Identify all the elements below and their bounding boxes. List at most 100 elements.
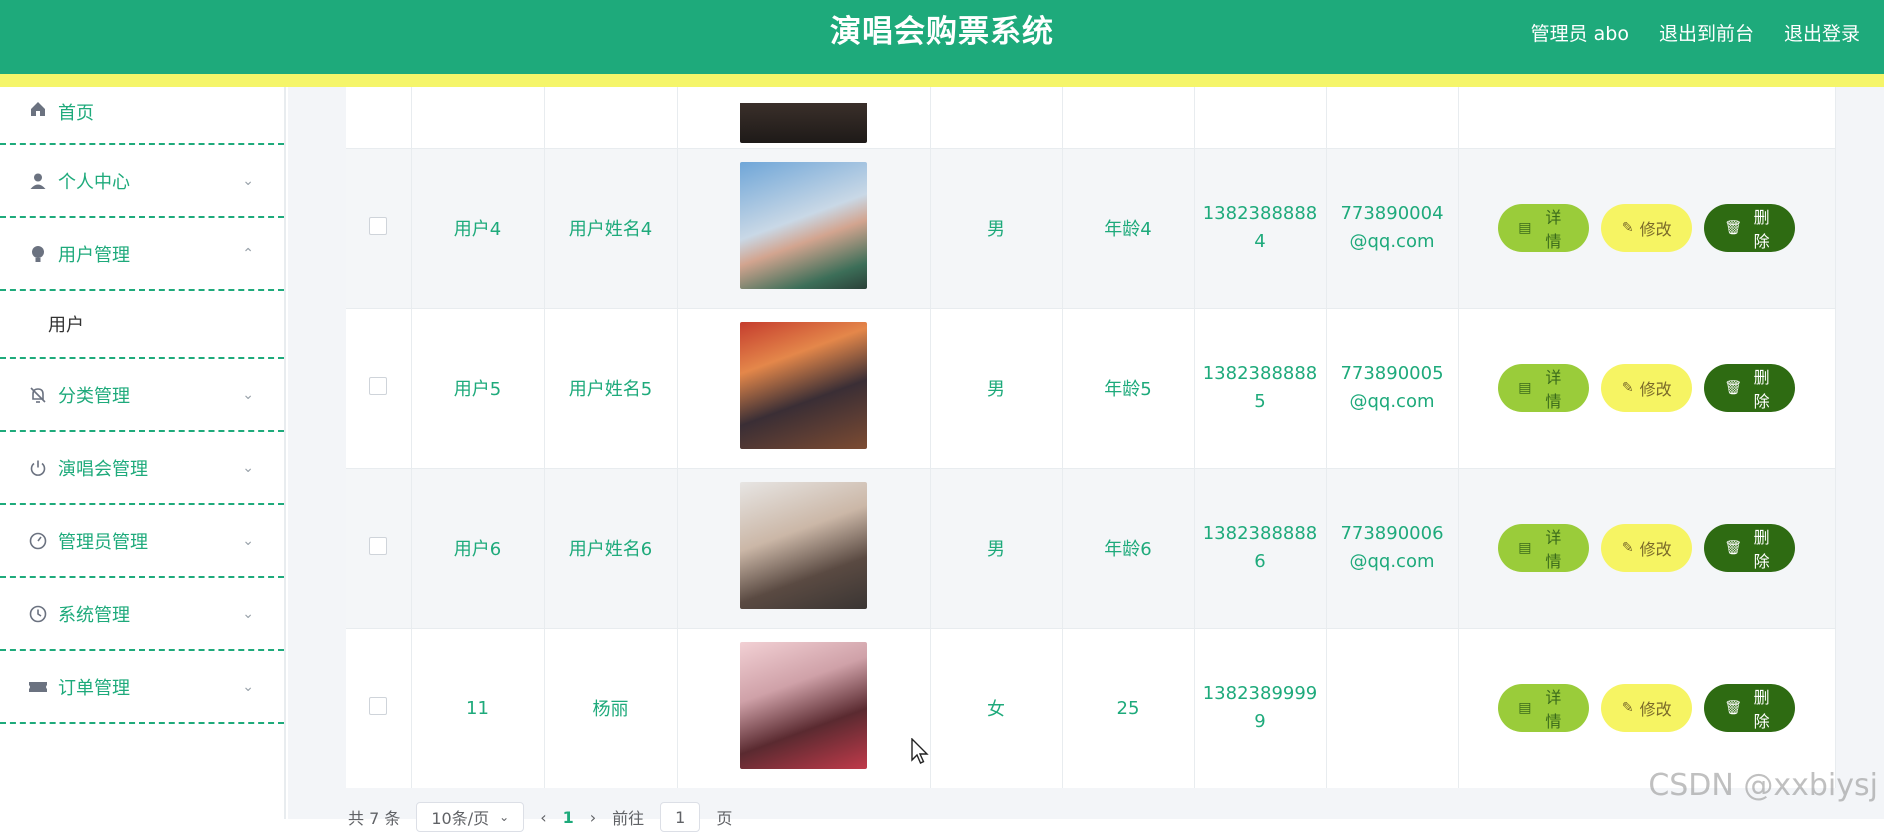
- chevron-down-icon: ⌄: [242, 532, 254, 549]
- sidebar-item-label: 分类管理: [58, 385, 130, 407]
- pagination-total: 共 7 条: [348, 809, 401, 828]
- sidebar-item-concert-management[interactable]: 演唱会管理 ⌄: [0, 432, 284, 505]
- trash-icon: 🗑: [1724, 540, 1743, 556]
- cell-account: 用户5: [411, 308, 545, 468]
- goto-label: 前往: [612, 809, 645, 828]
- cell-name: 用户姓名6: [544, 468, 678, 628]
- trash-icon: 🗑: [1724, 700, 1743, 716]
- table-row[interactable]: 用户4 用户姓名4 男 年龄4 1382388888 4 773890004 @…: [346, 148, 1836, 308]
- row-actions: ▤ 详情 ✎ 修改 🗑 删除: [1459, 204, 1836, 252]
- cell-name: 用户姓名5: [544, 308, 678, 468]
- sidebar-item-label: 演唱会管理: [58, 458, 148, 480]
- cell-account: 11: [411, 628, 545, 788]
- chevron-down-icon: ⌄: [242, 678, 254, 695]
- table-row-partial: [346, 87, 1836, 148]
- sidebar-item-admin-management[interactable]: 管理员管理 ⌄: [0, 505, 284, 578]
- page-suffix: 页: [716, 809, 733, 828]
- cell-age: 年龄6: [1062, 468, 1195, 628]
- user-photo: [740, 322, 867, 449]
- cell-phone: 1382388888 4: [1194, 148, 1327, 308]
- chevron-down-icon: ⌄: [499, 810, 510, 824]
- ticket-icon: [28, 677, 48, 697]
- cell-gender: 男: [930, 468, 1063, 628]
- cell-phone: 1382388888 5: [1194, 308, 1327, 468]
- cell-name: 杨丽: [544, 628, 678, 788]
- cell-email: [1326, 628, 1459, 788]
- prev-page-button[interactable]: ‹: [540, 808, 546, 827]
- sidebar-subitem-label: 用户: [48, 315, 84, 336]
- pencil-icon: ✎: [1621, 700, 1634, 716]
- document-icon: ▤: [1518, 700, 1532, 716]
- delete-button[interactable]: 🗑 删除: [1704, 684, 1796, 732]
- sidebar-item-label: 订单管理: [58, 677, 130, 699]
- delete-button[interactable]: 🗑 删除: [1704, 524, 1796, 572]
- current-page[interactable]: 1: [563, 808, 574, 827]
- detail-button[interactable]: ▤ 详情: [1498, 364, 1590, 412]
- next-page-button[interactable]: ›: [590, 808, 596, 827]
- cell-email: 773890004 @qq.com: [1326, 148, 1459, 308]
- detail-button[interactable]: ▤ 详情: [1498, 204, 1590, 252]
- pencil-icon: ✎: [1621, 220, 1634, 236]
- detail-button[interactable]: ▤ 详情: [1498, 524, 1590, 572]
- chevron-down-icon: ⌄: [242, 605, 254, 622]
- cell-account: 用户6: [411, 468, 545, 628]
- cell-age: 25: [1062, 628, 1195, 788]
- sidebar-item-personal-center[interactable]: 个人中心 ⌄: [0, 145, 284, 218]
- document-icon: ▤: [1518, 220, 1532, 236]
- delete-button[interactable]: 🗑 删除: [1704, 364, 1796, 412]
- cell-email: 773890005 @qq.com: [1326, 308, 1459, 468]
- sidebar-item-label: 个人中心: [58, 171, 130, 193]
- sidebar-item-label: 系统管理: [58, 604, 130, 626]
- user-photo: [740, 102, 867, 143]
- row-checkbox[interactable]: [369, 376, 388, 395]
- detail-button[interactable]: ▤ 详情: [1498, 684, 1590, 732]
- cell-gender: 男: [930, 148, 1063, 308]
- cell-age: 年龄4: [1062, 148, 1195, 308]
- clock-icon: [28, 604, 48, 624]
- page-size-select[interactable]: 10条/页 ⌄: [416, 802, 525, 832]
- accent-stripe: [0, 74, 1884, 87]
- row-checkbox[interactable]: [369, 536, 388, 555]
- logout-link[interactable]: 退出登录: [1784, 19, 1860, 46]
- edit-button[interactable]: ✎ 修改: [1601, 524, 1693, 572]
- cell-email: 773890006 @qq.com: [1326, 468, 1459, 628]
- cell-phone: 1382388888 6: [1194, 468, 1327, 628]
- sidebar-item-home[interactable]: 首页: [0, 87, 284, 145]
- trash-icon: 🗑: [1724, 380, 1743, 396]
- user-photo: [740, 642, 867, 769]
- main-content: 用户4 用户姓名4 男 年龄4 1382388888 4 773890004 @…: [288, 87, 1884, 832]
- delete-button[interactable]: 🗑 删除: [1704, 204, 1796, 252]
- sidebar-item-user-management[interactable]: 用户管理 ⌃: [0, 218, 284, 291]
- sidebar-subitem-users[interactable]: 用户: [0, 291, 284, 359]
- row-actions: ▤ 详情 ✎ 修改 🗑 删除: [1459, 364, 1836, 412]
- edit-button[interactable]: ✎ 修改: [1601, 684, 1693, 732]
- admin-account-link[interactable]: 管理员 abo: [1531, 19, 1629, 46]
- sidebar-item-category-management[interactable]: 分类管理 ⌄: [0, 359, 284, 432]
- user-table: 用户4 用户姓名4 男 年龄4 1382388888 4 773890004 @…: [346, 87, 1836, 788]
- user-photo: [740, 162, 867, 289]
- sidebar-item-label: 用户管理: [58, 244, 130, 266]
- pencil-icon: ✎: [1621, 540, 1634, 556]
- watermark: CSDN @xxbiysj: [1648, 768, 1878, 803]
- exit-to-frontend-link[interactable]: 退出到前台: [1659, 19, 1754, 46]
- goto-page-input[interactable]: 1: [660, 802, 701, 832]
- chevron-down-icon: ⌄: [242, 459, 254, 476]
- sidebar-item-label: 管理员管理: [58, 531, 148, 553]
- cell-phone: 1382389999 9: [1194, 628, 1327, 788]
- sidebar-item-order-management[interactable]: 订单管理 ⌄: [0, 651, 284, 724]
- table-row[interactable]: 11 杨丽 女 25 1382389999 9 ▤详情 ✎修改 �: [346, 628, 1836, 788]
- edit-button[interactable]: ✎ 修改: [1601, 364, 1693, 412]
- row-checkbox[interactable]: [369, 216, 388, 235]
- chevron-down-icon: ⌄: [242, 386, 254, 403]
- cell-gender: 男: [930, 308, 1063, 468]
- home-icon: [28, 99, 48, 119]
- table-row[interactable]: 用户6 用户姓名6 男 年龄6 1382388888 6 773890006 @…: [346, 468, 1836, 628]
- row-checkbox[interactable]: [369, 696, 388, 715]
- edit-button[interactable]: ✎ 修改: [1601, 204, 1693, 252]
- chevron-down-icon: ⌄: [242, 172, 254, 189]
- chevron-up-icon: ⌃: [242, 245, 254, 262]
- sidebar-item-system-management[interactable]: 系统管理 ⌄: [0, 578, 284, 651]
- table-row[interactable]: 用户5 用户姓名5 男 年龄5 1382388888 5 773890005 @…: [346, 308, 1836, 468]
- gauge-icon: [28, 531, 48, 551]
- cell-account: 用户4: [411, 148, 545, 308]
